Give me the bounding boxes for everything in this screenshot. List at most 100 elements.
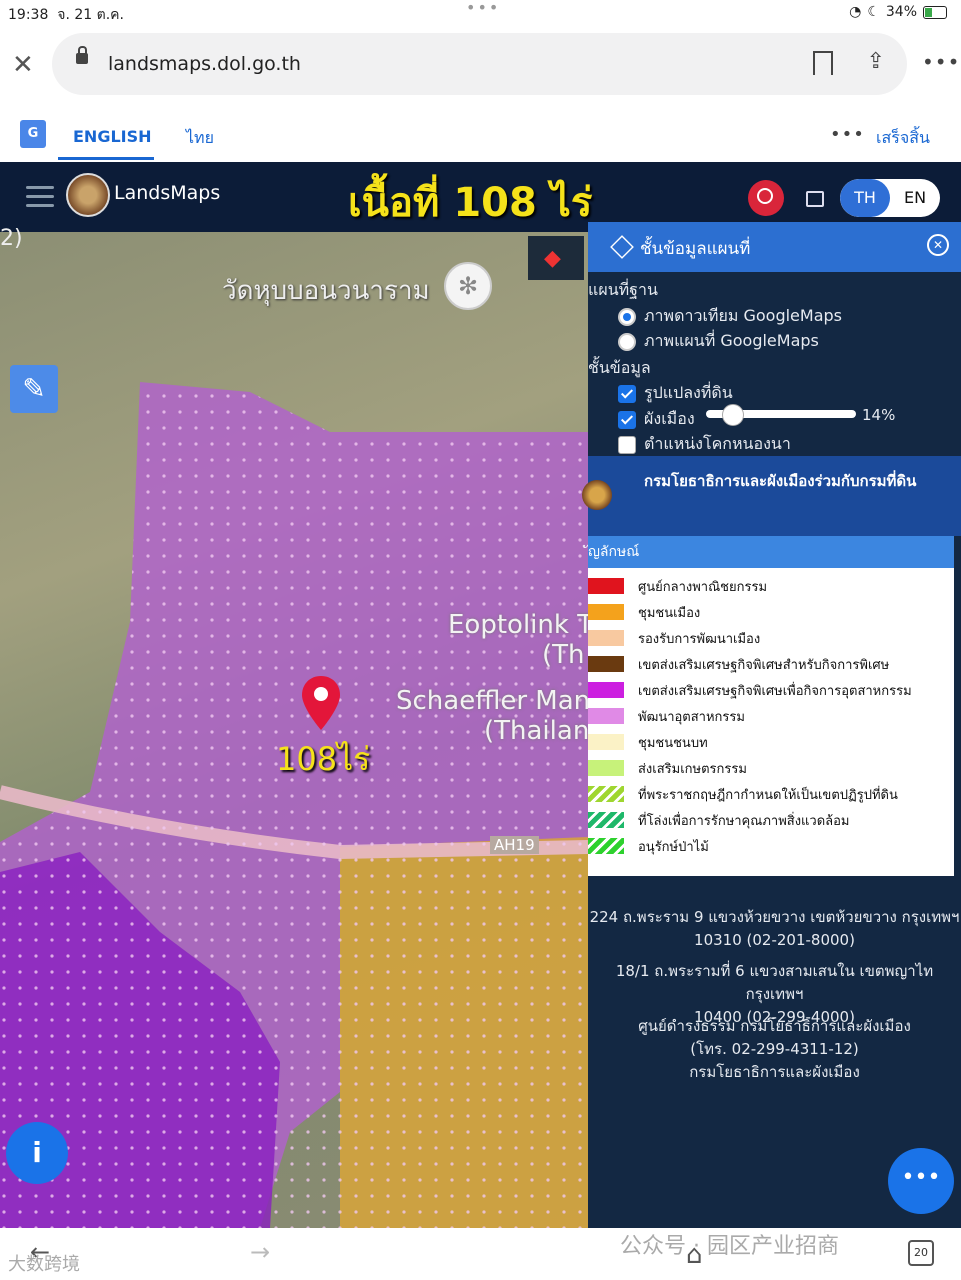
place-label-schaeffler-line2: (Thailan [484, 716, 590, 746]
radio-map[interactable] [618, 332, 636, 351]
landsmaps-logo [66, 173, 110, 217]
legend-item: ที่พระราชกฤษฎีกากำหนดให้เป็นเขตปฏิรูปที่… [588, 784, 898, 804]
home-icon[interactable]: ⌂ [686, 1240, 703, 1270]
layers-icon: ◆ [544, 246, 561, 271]
draw-tool-icon[interactable]: ✎ [10, 365, 58, 413]
info-button[interactable]: i [6, 1122, 68, 1184]
legend-label: ที่พระราชกฤษฎีกากำหนดให้เป็นเขตปฏิรูปที่… [638, 787, 898, 803]
legend-swatch [588, 630, 624, 646]
layers-stack-icon [610, 235, 634, 259]
legend-swatch [588, 812, 624, 828]
road-label: AH19 [490, 836, 539, 854]
legend-swatch [588, 734, 624, 750]
legend-label: พัฒนาอุตสาหกรรม [638, 709, 745, 725]
legend-label: ที่โล่งเพื่อการรักษาคุณภาพสิ่งแวดล้อม [638, 813, 850, 829]
checkbox-koknongna[interactable] [618, 435, 636, 454]
legend-item: ส่งเสริมเกษตรกรรม [588, 758, 747, 778]
legend-box: ัญลักษณ์ ศูนย์กลางพาณิชยกรรมชุมชนเมืองรอ… [588, 536, 954, 876]
wifi-icon: ◔ [849, 4, 862, 20]
legend-heading: ัญลักษณ์ [588, 536, 954, 568]
menu-icon[interactable] [26, 186, 54, 213]
moon-icon: ☾ [867, 4, 880, 20]
legend-swatch [588, 838, 624, 854]
forward-arrow-icon[interactable]: → [250, 1238, 270, 1266]
translate-tab-thai[interactable]: ไทย [186, 126, 214, 151]
status-bar: 19:38 จ. 21 ต.ค. ••• ◔ ☾ 34% [0, 0, 961, 26]
legend-label: เขตส่งเสริมเศรษฐกิจพิเศษเพื่อกิจการอุตสา… [638, 683, 912, 699]
language-toggle[interactable]: TH EN [840, 179, 940, 217]
temple-label: วัดหุบบอนวนาราม [222, 276, 430, 306]
chat-more-button[interactable]: ••• [888, 1148, 954, 1214]
legend-label: ชุมชนเมือง [638, 605, 701, 621]
share-icon[interactable]: ⇪ [867, 49, 885, 74]
basemap-option-map[interactable]: ภาพแผนที่ GoogleMaps [618, 329, 819, 354]
temple-icon[interactable]: ✻ [444, 262, 492, 310]
address-1: 224 ถ.พระราม 9 แขวงห้วยขวาง เขตห้วยขวาง … [589, 908, 960, 949]
legend-swatch [588, 786, 624, 802]
status-right: ◔ ☾ 34% [849, 4, 947, 20]
login-lock-icon[interactable] [806, 191, 824, 207]
legend-item: อนุรักษ์ป่าไม้ [588, 836, 709, 856]
slider-knob[interactable] [722, 404, 744, 426]
layers-panel: ชั้นข้อมูลแผนที่ ✕ แผนที่ฐาน ภาพดาวเทียม… [582, 222, 961, 1228]
legend-label: รองรับการพัฒนาเมือง [638, 631, 761, 647]
pin-area-label: 108ไร่ [276, 740, 371, 778]
place-label-eoptolink: Eoptolink T (Th [448, 610, 594, 670]
close-icon[interactable]: ✕ [12, 50, 34, 80]
tabs-count-icon[interactable]: 20 [908, 1240, 934, 1266]
address-bar[interactable]: landsmaps.dol.go.th ⇪ [52, 33, 907, 95]
translate-tab-english[interactable]: ENGLISH [73, 127, 152, 146]
legend-item: รองรับการพัฒนาเมือง [588, 628, 760, 648]
legend-item: ชุมชนชนบท [588, 732, 708, 752]
legend-swatch [588, 760, 624, 776]
translate-done-button[interactable]: เสร็จสิ้น [876, 126, 930, 151]
legend-label: ส่งเสริมเกษตรกรรม [638, 761, 747, 777]
layer-parcels[interactable]: รูปแปลงที่ดิน [618, 381, 733, 406]
checkbox-parcels[interactable] [618, 384, 636, 403]
legend-item: เขตส่งเสริมเศรษฐกิจพิเศษสำหรับกิจการพิเศ… [588, 654, 889, 674]
legend-item: พัฒนาอุตสาหกรรม [588, 706, 745, 726]
layers-button[interactable]: ◆ [528, 236, 584, 280]
department-name: กรมโยธาธิการและผังเมืองร่วมกับกรมที่ดิน [644, 472, 917, 490]
map-corner-text: 2) [0, 226, 23, 251]
radio-satellite[interactable] [618, 307, 636, 326]
panel-title: ชั้นข้อมูลแผนที่ [640, 239, 751, 259]
legend-label: อนุรักษ์ป่าไม้ [638, 839, 709, 855]
legend-item: ชุมชนเมือง [588, 602, 700, 622]
battery-icon [923, 5, 947, 19]
legend-label: เขตส่งเสริมเศรษฐกิจพิเศษสำหรับกิจการพิเศ… [638, 657, 890, 673]
legend-swatch [588, 708, 624, 724]
watermark: 公众号 · 园区产业招商 [620, 1234, 839, 1259]
bookmark-icon[interactable] [813, 51, 833, 75]
basemap-option-satellite[interactable]: ภาพดาวเทียม GoogleMaps [618, 304, 842, 329]
legend-swatch [588, 578, 624, 594]
url-text: landsmaps.dol.go.th [108, 53, 301, 75]
checkbox-cityplan[interactable] [618, 410, 636, 429]
more-icon[interactable]: ••• [922, 50, 960, 74]
opacity-slider[interactable] [706, 404, 856, 426]
translate-more-icon[interactable]: ••• [830, 124, 865, 145]
multitask-dots[interactable]: ••• [466, 0, 500, 17]
close-panel-icon[interactable]: ✕ [927, 234, 949, 256]
legend-swatch [588, 604, 624, 620]
lang-en-button[interactable]: EN [890, 179, 940, 217]
active-tab-indicator [58, 157, 154, 160]
search-button[interactable] [748, 180, 784, 216]
status-time: 19:38 จ. 21 ต.ค. [8, 7, 124, 23]
layer-koknongna[interactable]: ตำแหน่งโคกหนองนา [618, 432, 791, 457]
lang-th-button[interactable]: TH [840, 179, 890, 217]
layers-heading: ชั้นข้อมูล [588, 358, 651, 377]
legend-swatch [588, 682, 624, 698]
panel-header: ชั้นข้อมูลแผนที่ ✕ [588, 222, 961, 272]
opacity-value: 14% [862, 406, 896, 424]
basemap-heading: แผนที่ฐาน [588, 280, 658, 299]
legend-swatch [588, 656, 624, 672]
location-pin-icon[interactable] [300, 674, 342, 732]
legend-item: ศูนย์กลางพาณิชยกรรม [588, 576, 767, 596]
layer-cityplan[interactable]: ผังเมือง [618, 407, 695, 432]
lock-icon [76, 46, 88, 64]
department-seal [582, 480, 612, 510]
place-label-schaeffler: Schaeffler Man [396, 686, 591, 716]
legend-item: เขตส่งเสริมเศรษฐกิจพิเศษเพื่อกิจการอุตสา… [588, 680, 912, 700]
legend-label: ชุมชนชนบท [638, 735, 708, 751]
